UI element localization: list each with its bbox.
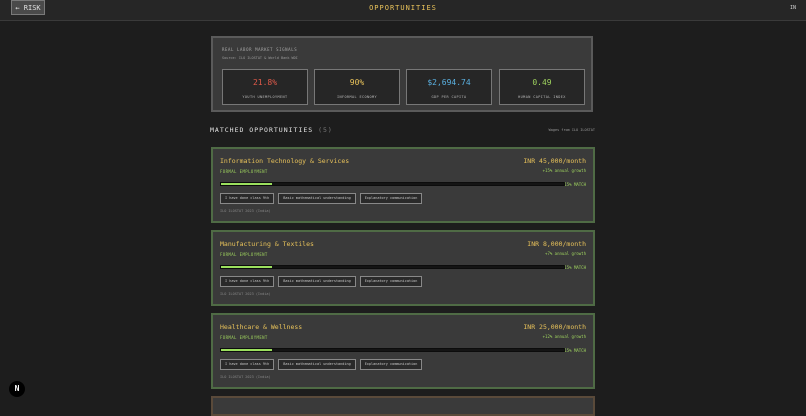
labor-market-signals-panel: REAL LABOR MARKET SIGNALS Source: ILO IL… xyxy=(211,36,593,112)
stat-value: $2,694.74 xyxy=(427,78,471,87)
skill-chip[interactable]: Basic mathematical understanding xyxy=(278,359,356,370)
match-progress-fill xyxy=(221,266,273,268)
salary: INR 45,000/month xyxy=(523,157,586,165)
opportunity-title: Healthcare & Wellness xyxy=(220,323,303,331)
stat-label: INFORMAL ECONOMY xyxy=(336,95,378,99)
opportunity-title: Information Technology & Services xyxy=(220,157,350,165)
annual-growth: +12% annual growth xyxy=(542,334,586,339)
data-source: ILO ILOSTAT 2023 (India) xyxy=(220,375,271,379)
match-progress-fill xyxy=(221,183,273,185)
skill-chip[interactable]: Explanatory communication xyxy=(359,276,423,287)
skill-chip[interactable]: I have done class 9th xyxy=(220,193,275,204)
stat-label: HUMAN CAPITAL INDEX xyxy=(518,95,566,99)
match-percent: 15% MATCH xyxy=(564,182,586,187)
wages-source-note: Wages from ILO ILOSTAT xyxy=(548,128,595,132)
match-progress-fill xyxy=(221,349,273,351)
opportunity-title: Manufacturing & Textiles xyxy=(220,240,314,248)
data-source: ILO ILOSTAT 2023 (India) xyxy=(220,292,271,296)
signals-source: Source: ILO ILOSTAT & World Bank WDI xyxy=(222,56,298,60)
nextjs-dev-badge[interactable]: N xyxy=(9,381,25,397)
employment-type: FORMAL EMPLOYMENT xyxy=(220,169,268,174)
page-title: OPPORTUNITIES xyxy=(369,4,437,12)
skill-chips: I have done class 9th Basic mathematical… xyxy=(220,276,423,287)
stat-gdp-per-capita: $2,694.74 GDP PER CAPITA xyxy=(406,69,492,105)
signals-title: REAL LABOR MARKET SIGNALS xyxy=(222,47,298,52)
skill-chips: I have done class 9th Basic mathematical… xyxy=(220,359,423,370)
skill-chip[interactable]: I have done class 9th xyxy=(220,359,275,370)
stat-value: 0.49 xyxy=(532,78,552,87)
matched-opportunities-heading: MATCHED OPPORTUNITIES (5) xyxy=(210,126,333,134)
match-percent: 15% MATCH xyxy=(564,265,586,270)
annual-growth: +15% annual growth xyxy=(542,168,586,173)
skill-chip[interactable]: Basic mathematical understanding xyxy=(278,276,356,287)
skill-chip[interactable]: Explanatory communication xyxy=(359,193,423,204)
annual-growth: +7% annual growth xyxy=(545,251,586,256)
stat-label: GDP PER CAPITA xyxy=(431,95,467,99)
skill-chip[interactable]: I have done class 9th xyxy=(220,276,275,287)
match-progress-bar xyxy=(220,265,565,269)
stat-youth-unemployment: 21.8% YOUTH UNEMPLOYMENT xyxy=(222,69,308,105)
stat-value: 90% xyxy=(349,78,365,87)
salary: INR 25,000/month xyxy=(523,323,586,331)
match-progress-bar xyxy=(220,348,565,352)
skill-chip[interactable]: Explanatory communication xyxy=(359,359,423,370)
employment-type: FORMAL EMPLOYMENT xyxy=(220,335,268,340)
data-source: ILO ILOSTAT 2023 (India) xyxy=(220,209,271,213)
stat-value: 21.8% xyxy=(252,78,278,87)
stat-label: YOUTH UNEMPLOYMENT xyxy=(242,95,288,99)
opportunity-card[interactable]: Manufacturing & Textiles FORMAL EMPLOYME… xyxy=(211,230,595,306)
opportunity-card[interactable]: Healthcare & Wellness FORMAL EMPLOYMENT … xyxy=(211,313,595,389)
match-progress-bar xyxy=(220,182,565,186)
opportunity-card[interactable]: Information Technology & Services FORMAL… xyxy=(211,147,595,223)
salary: INR 8,000/month xyxy=(527,240,586,248)
stat-human-capital-index: 0.49 HUMAN CAPITAL INDEX xyxy=(499,69,585,105)
match-percent: 15% MATCH xyxy=(564,348,586,353)
employment-type: FORMAL EMPLOYMENT xyxy=(220,252,268,257)
opportunity-card-partial[interactable] xyxy=(211,396,595,416)
top-bar: ← RISK OPPORTUNITIES IN xyxy=(0,0,806,21)
section-count: (5) xyxy=(318,126,333,134)
skill-chip[interactable]: Basic mathematical understanding xyxy=(278,193,356,204)
country-code: IN xyxy=(789,5,796,11)
skill-chips: I have done class 9th Basic mathematical… xyxy=(220,193,423,204)
section-title-text: MATCHED OPPORTUNITIES xyxy=(210,126,314,134)
stat-informal-economy: 90% INFORMAL ECONOMY xyxy=(314,69,400,105)
